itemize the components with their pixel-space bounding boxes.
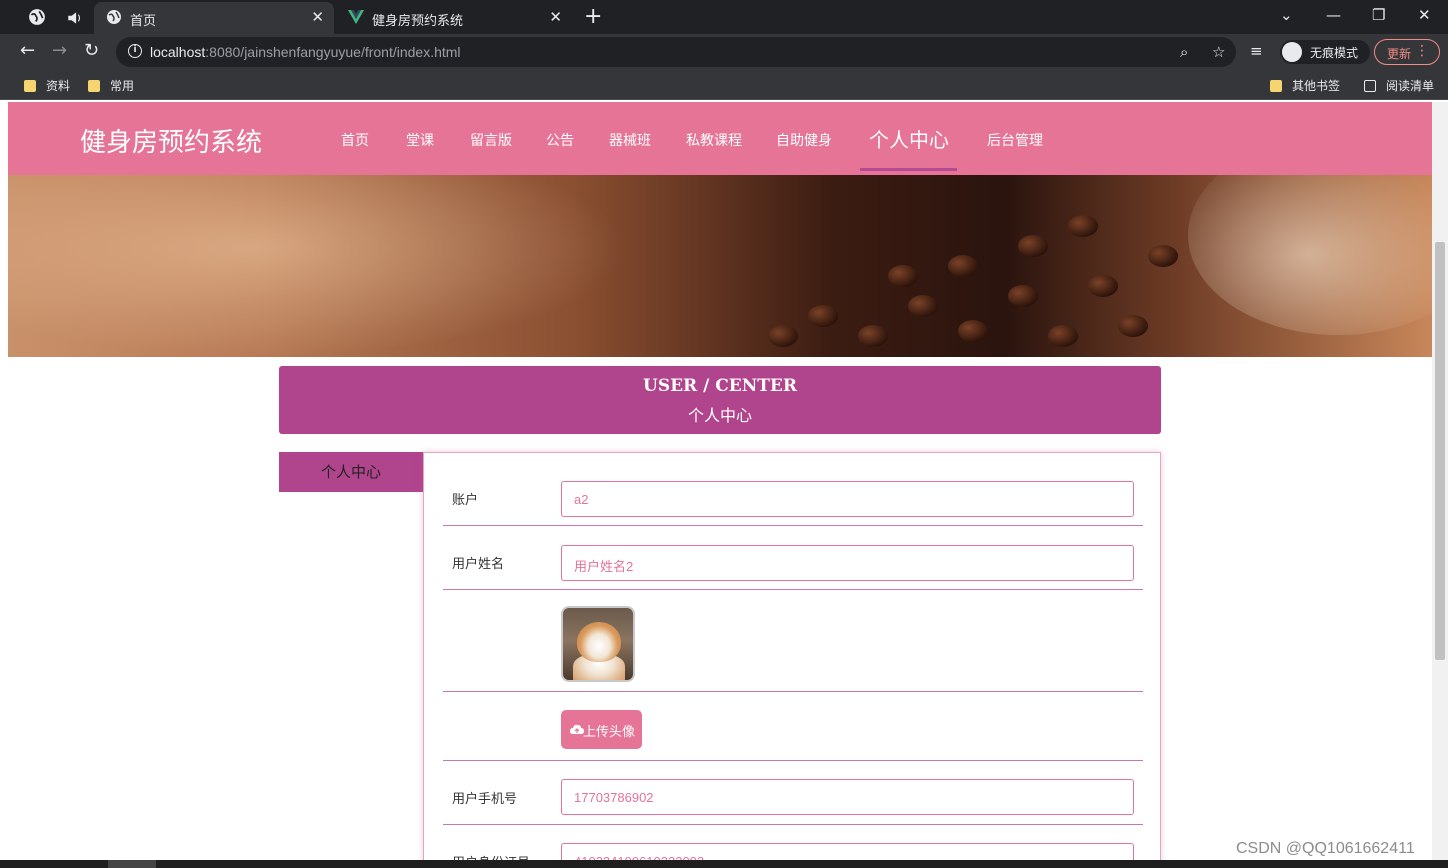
phone-label: 用户手机号 (452, 792, 518, 807)
side-tab-user-center[interactable]: 个人中心 (279, 452, 423, 492)
page-content: 健身房预约系统 首页 堂课 留言版 公告 器械班 私教课程 自助健身 个人中心 … (8, 102, 1432, 868)
browser-tab-bar: 首页 ✕ 健身房预约系统 ✕ + ⌄ — ❐ ✕ (0, 0, 1448, 34)
form-row-account: 账户 a2 (443, 453, 1143, 526)
coffee-bean (858, 325, 888, 347)
folder-icon (24, 80, 36, 92)
nav-class[interactable]: 堂课 (406, 130, 434, 150)
browser-toolbar: ← → ↻ i localhost:8080/jainshenfangyuyue… (0, 34, 1448, 70)
bookmark-folder[interactable]: 常用 (88, 77, 134, 94)
vue-logo-icon (348, 10, 364, 24)
nav-private-course[interactable]: 私教课程 (686, 130, 742, 150)
nav-announcement[interactable]: 公告 (546, 130, 574, 150)
window-close-icon[interactable]: ✕ (1418, 6, 1431, 24)
form-row-upload: 上传头像 (443, 692, 1143, 761)
bookmark-folder[interactable]: 资料 (24, 77, 70, 94)
tab-gym-system[interactable]: 健身房预约系统 ✕ (336, 2, 572, 34)
coffee-bean (1088, 275, 1118, 297)
watermark: CSDN @QQ1061662411 (1236, 840, 1415, 857)
coffee-bean (888, 265, 918, 287)
banner-carousel[interactable] (8, 175, 1432, 357)
coffee-bean (808, 305, 838, 327)
bookmarks-bar: 资料 常用 其他书签 阅读清单 (0, 70, 1448, 100)
info-icon[interactable]: i (128, 44, 142, 58)
coffee-bean (948, 255, 978, 277)
header-title-cn: 个人中心 (687, 406, 752, 425)
incognito-icon (1282, 42, 1302, 62)
reload-icon[interactable]: ↻ (84, 42, 99, 60)
nav-self-fitness[interactable]: 自助健身 (776, 130, 832, 150)
new-tab-icon[interactable]: + (584, 4, 602, 29)
form-row-avatar (443, 590, 1143, 692)
forward-icon[interactable]: → (52, 42, 67, 60)
nav-equipment-class[interactable]: 器械班 (609, 130, 651, 150)
coffee-bean (1068, 215, 1098, 237)
account-input[interactable]: a2 (561, 481, 1134, 517)
coffee-bean (1018, 235, 1048, 257)
folder-icon (1270, 80, 1282, 92)
more-icon[interactable]: ⋮ (1415, 43, 1429, 59)
speaker-icon[interactable] (66, 9, 84, 27)
name-label: 用户姓名 (452, 557, 505, 572)
nav-home[interactable]: 首页 (341, 130, 369, 150)
nav-user-center[interactable]: 个人中心 (869, 124, 949, 153)
close-icon[interactable]: ✕ (311, 8, 324, 26)
folder-icon (88, 80, 100, 92)
avatar (561, 606, 635, 682)
upload-avatar-button[interactable]: 上传头像 (561, 710, 642, 749)
site-header: 健身房预约系统 首页 堂课 留言版 公告 器械班 私教课程 自助健身 个人中心 … (8, 102, 1432, 175)
user-center-header: USER / CENTER 个人中心 (279, 366, 1161, 434)
coffee-bean (908, 295, 938, 317)
back-icon[interactable]: ← (20, 42, 35, 60)
coffee-bean (1118, 315, 1148, 337)
active-nav-indicator (860, 168, 957, 171)
form-row-name: 用户姓名 用户姓名2 (443, 526, 1143, 590)
reading-list-icon[interactable]: ≡ (1250, 42, 1263, 60)
list-icon (1364, 80, 1376, 92)
header-title-en: USER / CENTER (643, 376, 797, 396)
address-bar[interactable]: i localhost:8080/jainshenfangyuyue/front… (116, 37, 1236, 67)
minimize-icon[interactable]: — (1326, 6, 1341, 24)
star-icon[interactable]: ☆ (1212, 43, 1225, 61)
zoom-icon[interactable]: ⌕ (1180, 43, 1188, 61)
nav-message-board[interactable]: 留言版 (470, 130, 512, 150)
coffee-cup-image (1188, 175, 1432, 335)
coffee-bean (1148, 245, 1178, 267)
tab-home[interactable]: 首页 ✕ (94, 2, 334, 34)
user-profile-form: 账户 a2 用户姓名 用户姓名2 上传头像 用户手机号 17703786902 … (423, 452, 1161, 868)
coffee-bean (958, 320, 988, 342)
nav-admin[interactable]: 后台管理 (987, 130, 1043, 150)
form-row-phone: 用户手机号 17703786902 (443, 761, 1143, 825)
url-text[interactable]: localhost:8080/jainshenfangyuyue/front/i… (150, 44, 461, 60)
coffee-bean (1048, 325, 1078, 347)
close-icon[interactable]: ✕ (549, 8, 562, 26)
coffee-bean (1008, 285, 1038, 307)
globe-icon (107, 10, 121, 24)
update-button[interactable]: 更新 ⋮ (1374, 39, 1440, 65)
site-title: 健身房预约系统 (80, 128, 263, 158)
restore-icon[interactable]: ❐ (1372, 6, 1385, 24)
tab-title: 健身房预约系统 (372, 14, 464, 29)
scrollbar-thumb[interactable] (1435, 242, 1445, 660)
globe-icon[interactable] (28, 8, 46, 26)
taskbar (0, 860, 1448, 868)
name-input[interactable]: 用户姓名2 (561, 545, 1134, 581)
account-label: 账户 (452, 493, 479, 508)
phone-input[interactable]: 17703786902 (561, 779, 1134, 815)
tab-title: 首页 (130, 14, 157, 29)
incognito-indicator[interactable]: 无痕模式 (1280, 40, 1370, 64)
cloud-upload-icon (570, 724, 584, 734)
page-scrollbar[interactable] (1432, 102, 1448, 868)
reading-list[interactable]: 阅读清单 (1364, 77, 1434, 94)
tab-search-icon[interactable]: ⌄ (1280, 6, 1293, 24)
other-bookmarks[interactable]: 其他书签 (1270, 77, 1340, 94)
coffee-bean (768, 325, 798, 347)
